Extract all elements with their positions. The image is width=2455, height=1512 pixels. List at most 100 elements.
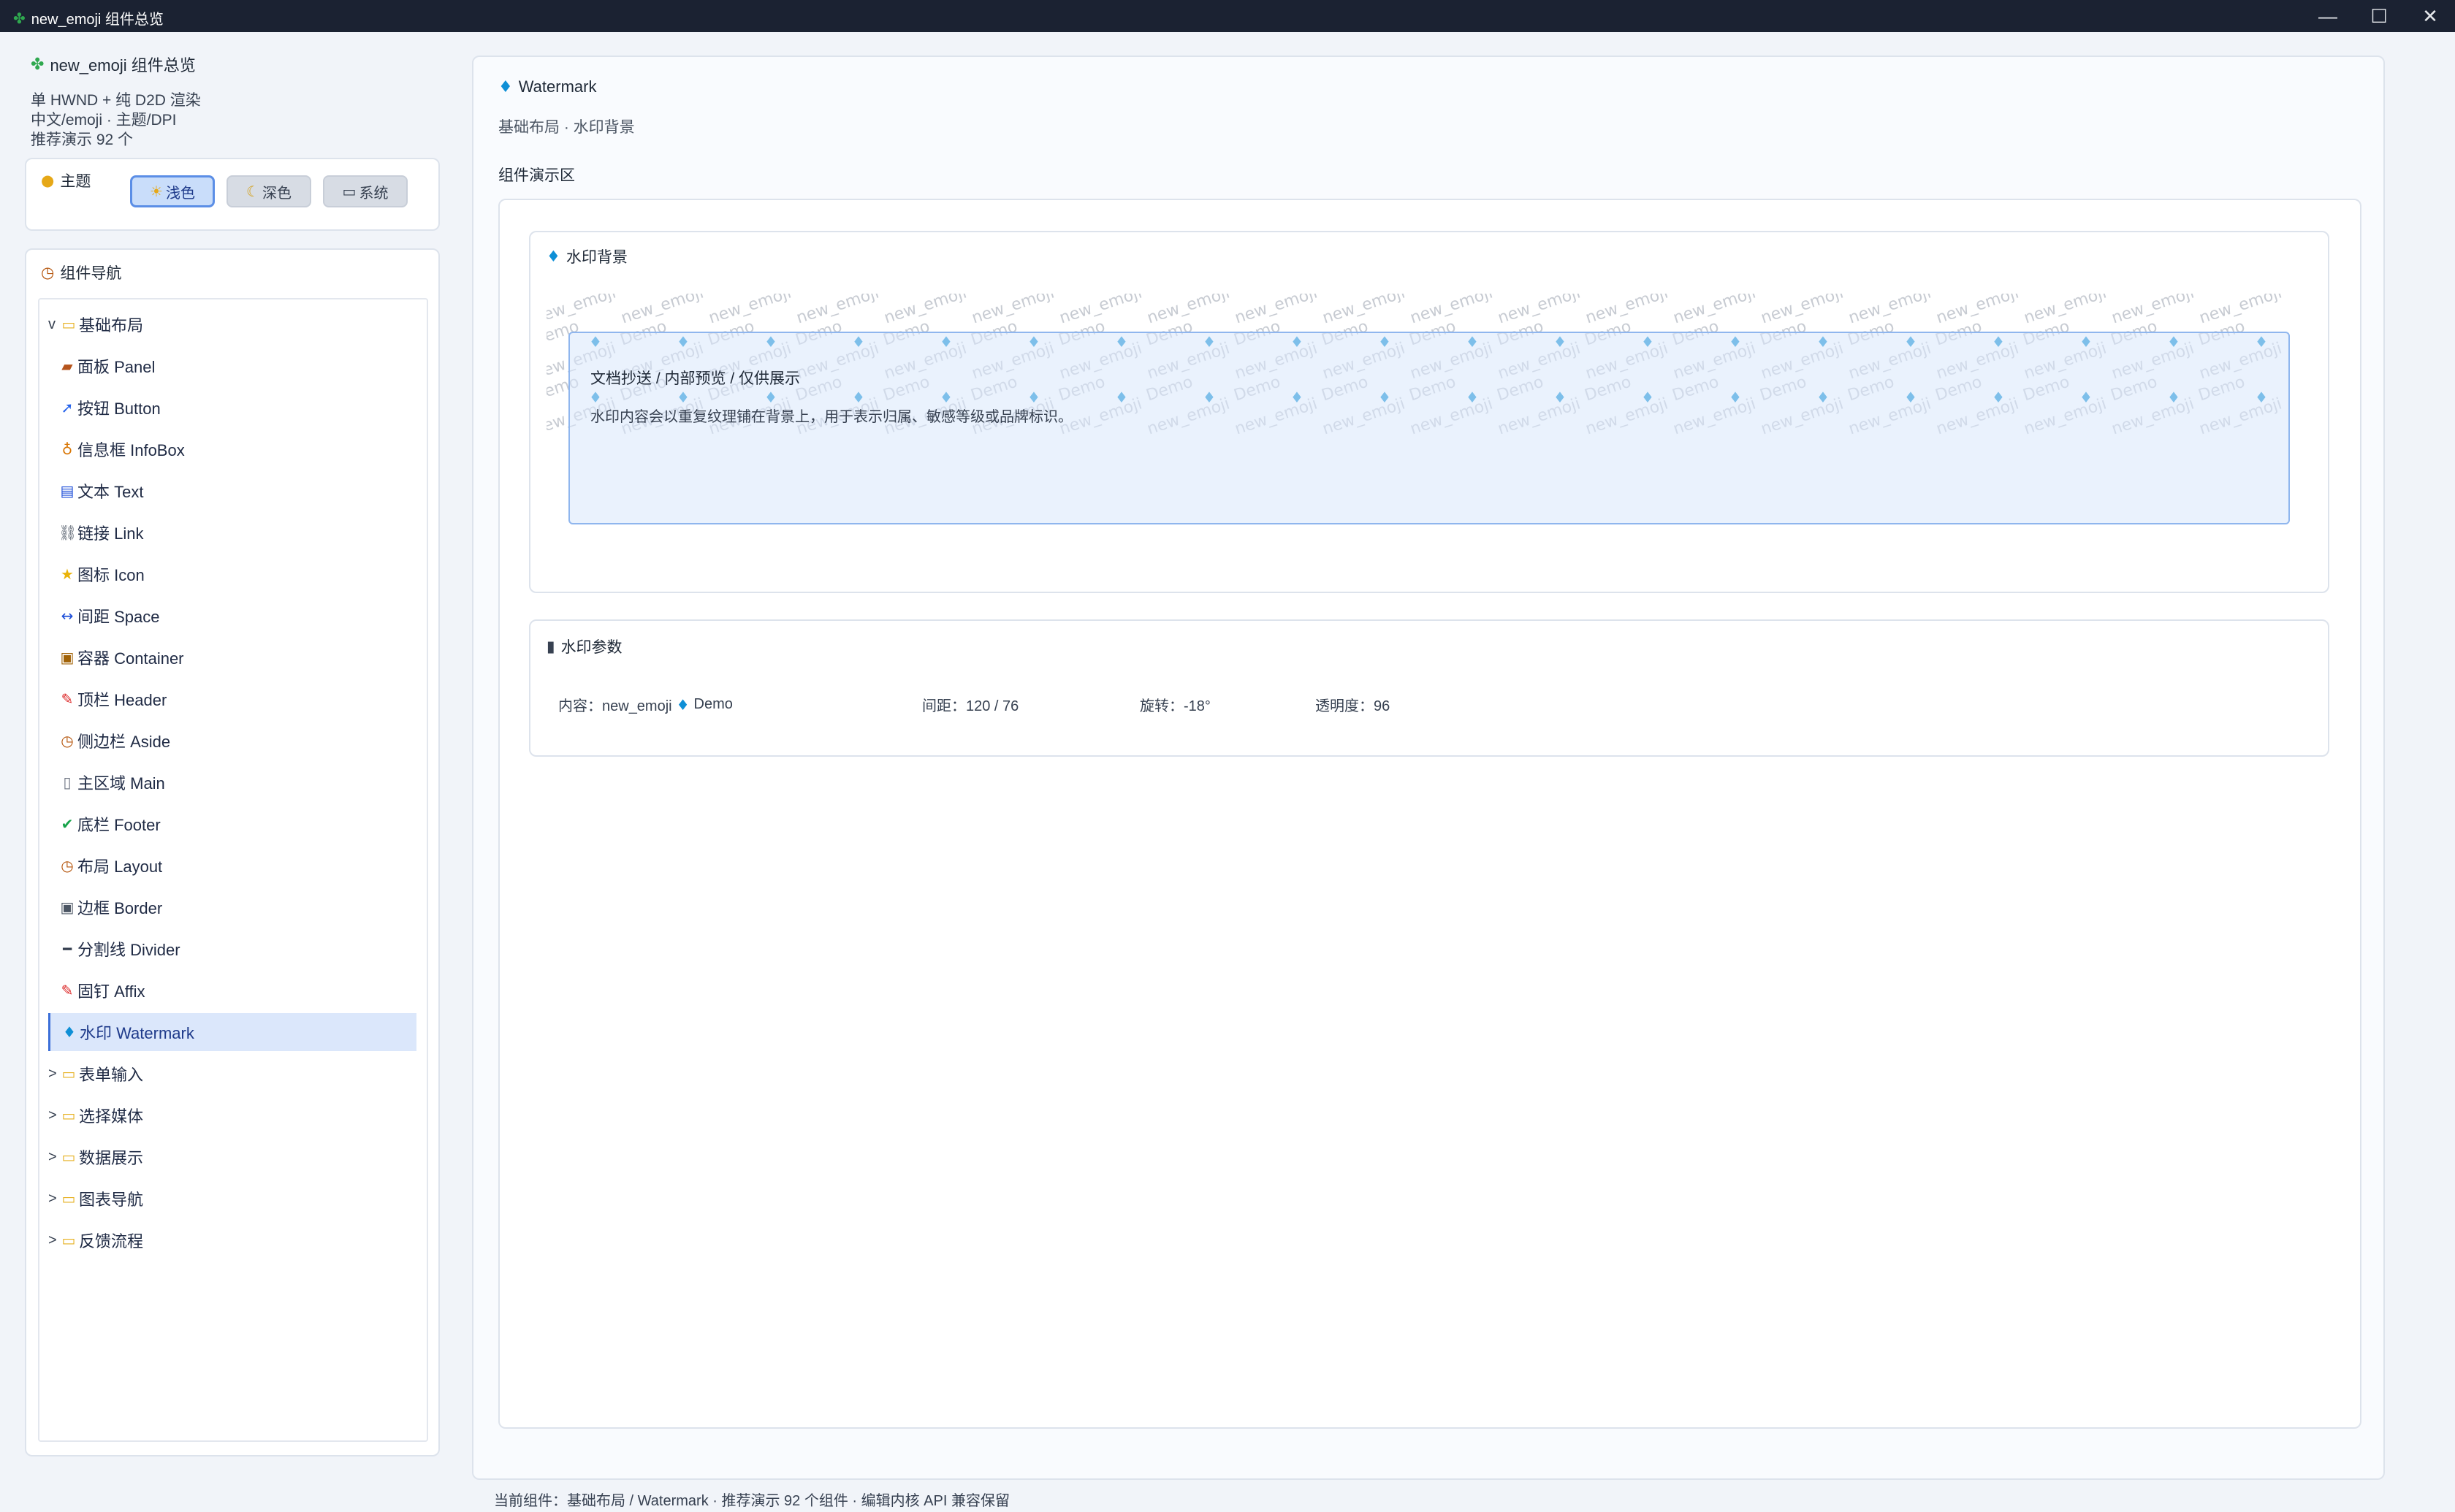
nav-item[interactable]: ★ 图标 Icon bbox=[48, 555, 416, 593]
nav-item[interactable]: ◷ 布局 Layout bbox=[48, 847, 416, 885]
nav-item-label: 边框 Border bbox=[77, 899, 163, 917]
panel-icon: ▰ bbox=[61, 357, 73, 375]
minimize-icon: — bbox=[2318, 4, 2337, 27]
nav-item[interactable]: ↔ 间距 Space bbox=[48, 597, 416, 635]
bulb-icon: ♁ bbox=[61, 440, 73, 458]
nav-item-label: 容器 Container bbox=[77, 649, 184, 668]
watermark-card-title-text: 水印背景 bbox=[566, 249, 628, 266]
info-line: 中文/emoji · 主题/DPI bbox=[31, 112, 177, 129]
params-card-title-text: 水印参数 bbox=[560, 639, 623, 656]
nav-group-basic-layout[interactable]: v ▭ 基础布局 bbox=[48, 305, 416, 343]
theme-card: ● 主题 ☀ 浅色 ☾ 深色 ▭ 系统 bbox=[25, 158, 440, 231]
droplet-icon: ♦ bbox=[63, 1023, 76, 1041]
nav-group[interactable]: > ▭ 表单输入 bbox=[48, 1055, 416, 1093]
box-icon: ▣ bbox=[60, 649, 75, 666]
nav-item[interactable]: ▤ 文本 Text bbox=[48, 472, 416, 510]
maximize-button[interactable]: ☐ bbox=[2354, 0, 2404, 32]
close-button[interactable]: ✕ bbox=[2405, 0, 2455, 32]
theme-light-label: 浅色 bbox=[165, 185, 195, 202]
nav-item-label: 底栏 Footer bbox=[77, 816, 161, 834]
nav-item[interactable]: ♁ 信息框 InfoBox bbox=[48, 430, 416, 468]
divider-icon: ━ bbox=[62, 940, 72, 958]
border-icon: ▣ bbox=[60, 898, 75, 916]
nav-group-label: 表单输入 bbox=[79, 1066, 144, 1084]
theme-system-button[interactable]: ▭ 系统 bbox=[323, 175, 408, 207]
rocket-icon: ➚ bbox=[61, 399, 74, 416]
nav-group-label: 数据展示 bbox=[79, 1149, 144, 1167]
maximize-icon: ☐ bbox=[2370, 4, 2388, 27]
status-bar: 当前组件：基础布局 / Watermark · 推荐演示 92 个组件 · 编辑… bbox=[494, 1493, 1010, 1509]
nav-item[interactable]: ✎ 顶栏 Header bbox=[48, 680, 416, 718]
nav-item[interactable]: ▯ 主区域 Main bbox=[48, 763, 416, 801]
text-icon: ▤ bbox=[60, 482, 75, 500]
chevron-right-icon: > bbox=[48, 1232, 57, 1248]
nav-item[interactable]: ➚ 按钮 Button bbox=[48, 389, 416, 427]
chevron-right-icon: > bbox=[48, 1107, 57, 1123]
app-title: ✤ new_emoji 组件总览 bbox=[31, 53, 196, 76]
chevron-right-icon: > bbox=[48, 1148, 57, 1165]
theme-light-button[interactable]: ☀ 浅色 bbox=[130, 175, 215, 207]
nav-label: ◷ 组件导航 bbox=[41, 261, 121, 283]
nav-item[interactable]: ━ 分割线 Divider bbox=[48, 930, 416, 968]
clock-icon: ◷ bbox=[61, 732, 74, 749]
folder-icon: ▭ bbox=[61, 1066, 76, 1083]
nav-item[interactable]: ✔ 底栏 Footer bbox=[48, 805, 416, 843]
sun-icon: ☀ bbox=[150, 183, 163, 200]
breadcrumb: 基础布局 · 水印背景 bbox=[498, 119, 635, 136]
nav-item-label: 链接 Link bbox=[77, 524, 144, 543]
nav-item-label: 侧边栏 Aside bbox=[77, 733, 171, 751]
theme-label: ● 主题 bbox=[41, 169, 91, 191]
params-card-title: ▮ 水印参数 bbox=[547, 635, 623, 657]
palette-icon: ● bbox=[41, 172, 55, 189]
nav-item[interactable]: ⛓ 链接 Link bbox=[48, 513, 416, 551]
pin-icon: ✎ bbox=[61, 690, 74, 708]
nav-item-label: 面板 Panel bbox=[77, 358, 156, 376]
theme-buttons: ☀ 浅色 ☾ 深色 ▭ 系统 bbox=[130, 175, 437, 210]
page-title: ♦ Watermark bbox=[498, 77, 596, 96]
space-icon: ↔ bbox=[61, 607, 74, 625]
demo-area-label: 组件演示区 bbox=[498, 167, 575, 184]
nav-item[interactable]: ▣ 容器 Container bbox=[48, 638, 416, 676]
bookmark-icon: ▮ bbox=[547, 638, 555, 655]
nav-item[interactable]: ✎ 固钉 Affix bbox=[48, 971, 416, 1009]
params-card: ▮ 水印参数 内容：new_emoji ♦ Demo 间距：120 / 76 旋… bbox=[529, 619, 2329, 757]
chevron-down-icon: v bbox=[48, 316, 56, 332]
nav-item-label: 固钉 Affix bbox=[77, 982, 145, 1001]
nav-group[interactable]: > ▭ 图表导航 bbox=[48, 1180, 416, 1218]
nav-item-label: 水印 Watermark bbox=[80, 1024, 194, 1042]
nav-group[interactable]: > ▭ 选择媒体 bbox=[48, 1096, 416, 1134]
theme-dark-button[interactable]: ☾ 深色 bbox=[227, 175, 311, 207]
nav-group-label: 图表导航 bbox=[79, 1191, 144, 1209]
app-title-text: new_emoji 组件总览 bbox=[50, 56, 196, 75]
folder-icon: ▭ bbox=[61, 1107, 76, 1124]
nav-item[interactable]: ◷ 侧边栏 Aside bbox=[48, 722, 416, 760]
nav-group[interactable]: > ▭ 反馈流程 bbox=[48, 1221, 416, 1259]
param-opacity: 透明度：96 bbox=[1315, 698, 1390, 714]
watermark-card: ♦ 水印背景 new_emoji new_emoji new_emoji new_em… bbox=[529, 231, 2329, 593]
nav-group[interactable]: > ▭ 数据展示 bbox=[48, 1138, 416, 1176]
title-bar: ✤ new_emoji 组件总览 — ☐ ✕ bbox=[0, 0, 2455, 32]
star-icon: ★ bbox=[61, 565, 74, 583]
minimize-button[interactable]: — bbox=[2303, 0, 2353, 32]
param-content-suffix: Demo bbox=[693, 696, 733, 712]
nav-item[interactable]: ▣ 边框 Border bbox=[48, 888, 416, 926]
link-icon: ⛓ bbox=[58, 524, 77, 541]
page-icon: ▯ bbox=[63, 774, 72, 791]
demo-area: ♦ 水印背景 new_emoji new_emoji new_emoji new_em… bbox=[498, 199, 2361, 1429]
nav-item[interactable]: ♦ 水印 Watermark bbox=[48, 1013, 416, 1051]
droplet-icon: ♦ bbox=[498, 77, 513, 96]
nav-item-label: 信息框 InfoBox bbox=[77, 441, 185, 459]
info-line: 推荐演示 92 个 bbox=[31, 131, 134, 148]
nav-item[interactable]: ▰ 面板 Panel bbox=[48, 347, 416, 385]
nav-card: ◷ 组件导航 v ▭ 基础布局 ▰ 面板 Panel ➚ 按钮 Button ♁ 信息框 … bbox=[25, 248, 440, 1456]
clover-icon: ✤ bbox=[13, 9, 26, 27]
app-info: 单 HWND + 纯 D2D 渲染 中文/emoji · 主题/DPI 推荐演示… bbox=[31, 91, 201, 150]
chevron-right-icon: > bbox=[48, 1065, 57, 1082]
droplet-icon: ♦ bbox=[676, 695, 690, 714]
watermark-card-title: ♦ 水印背景 bbox=[547, 245, 628, 267]
content-description: 水印内容会以重复纹理铺在背景上，用于表示归属、敏感等级或品牌标识。 bbox=[590, 409, 1073, 425]
pushpin-icon: ✎ bbox=[61, 982, 74, 999]
folder-icon: ▭ bbox=[61, 316, 76, 333]
nav-group-label: 选择媒体 bbox=[79, 1107, 144, 1126]
nav-item-label: 间距 Space bbox=[77, 608, 160, 626]
